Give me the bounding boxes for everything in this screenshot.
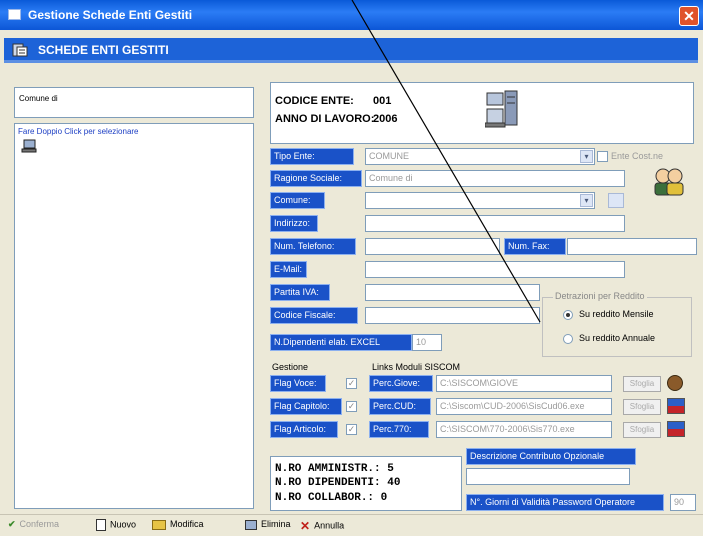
tipo-ente-select[interactable]: COMUNE — [365, 148, 595, 165]
enti-list[interactable]: Fare Doppio Click per selezionare — [14, 123, 254, 509]
users-icon — [654, 168, 684, 196]
codice-fiscale-label: Codice Fiscale: — [270, 307, 358, 324]
window-title: Gestione Schede Enti Gestiti — [28, 8, 193, 22]
indirizzo-input[interactable] — [365, 215, 625, 232]
contributo-input[interactable] — [466, 468, 630, 485]
m770-label: Perc.770: — [369, 421, 429, 438]
folder-icon — [152, 519, 166, 530]
title-bar: Gestione Schede Enti Gestiti ✕ — [0, 0, 703, 30]
cud-label: Perc.CUD: — [369, 398, 431, 415]
ente-costituito-checkbox[interactable] — [597, 151, 608, 162]
flag-voce-label: Flag Voce: — [270, 375, 326, 392]
detrazioni-group: Detrazioni per Reddito Su reddito Mensil… — [542, 291, 692, 357]
counts-box: N.RO AMMINISTR.: 5 N.RO DIPENDENTI: 40 N… — [270, 456, 462, 511]
telefono-label: Num. Telefono: — [270, 238, 356, 255]
comune-label-field: Comune: — [270, 192, 325, 209]
header-title: SCHEDE ENTI GESTITI — [38, 43, 169, 57]
m770-path-input[interactable]: C:\SISCOM\770-2006\Sis770.exe — [436, 421, 612, 438]
server-icon — [485, 90, 518, 128]
records-icon — [12, 43, 28, 57]
list-hint: Fare Doppio Click per selezionare — [18, 127, 139, 136]
codice-ente-value: 001 — [373, 95, 392, 107]
comune-display: Comune di — [14, 87, 254, 118]
giove-label: Perc.Giove: — [369, 375, 433, 392]
computer-icon — [245, 519, 257, 530]
close-icon: ✕ — [300, 519, 311, 533]
close-button[interactable]: ✕ — [679, 6, 699, 26]
codice-fiscale-input[interactable] — [365, 307, 540, 324]
modifica-label: Modifica — [170, 519, 204, 529]
comune-label: Comune di — [19, 94, 58, 103]
ragione-sociale-input[interactable]: Comune di — [365, 170, 625, 187]
sfoglia-giove-button[interactable]: Sfoglia — [623, 376, 661, 392]
contributo-label: Descrizione Contributo Opzionale — [466, 448, 636, 465]
sfoglia-770-button[interactable]: Sfoglia — [623, 422, 661, 438]
annulla-button[interactable]: ✕ Annulla — [300, 519, 344, 533]
header-band: SCHEDE ENTI GESTITI — [4, 38, 698, 63]
ragione-sociale-label: Ragione Sociale: — [270, 170, 362, 187]
flag-articolo-checkbox[interactable]: ✓ — [346, 424, 357, 435]
new-document-icon — [96, 519, 106, 531]
reddito-mensile-radio[interactable] — [563, 310, 573, 320]
detrazioni-title: Detrazioni per Reddito — [553, 291, 647, 301]
flag-voce-checkbox[interactable]: ✓ — [346, 378, 357, 389]
check-icon: ✔ — [8, 519, 16, 530]
giove-path-input[interactable]: C:\SISCOM\GIOVE — [436, 375, 612, 392]
links-title: Links Moduli SISCOM — [372, 362, 461, 372]
giorni-password-input[interactable]: 90 — [670, 494, 696, 511]
reddito-mensile-label: Su reddito Mensile — [579, 309, 654, 319]
giove-icon — [667, 375, 683, 391]
fax-input[interactable] — [567, 238, 697, 255]
dipendenti-excel-label: N.Dipendenti elab. EXCEL — [270, 334, 412, 351]
dipendenti-count: N.RO DIPENDENTI: 40 — [275, 477, 401, 489]
codice-ente-label: CODICE ENTE: — [275, 95, 354, 107]
tipo-ente-label: Tipo Ente: — [270, 148, 354, 165]
elimina-label: Elimina — [261, 519, 291, 529]
elimina-button[interactable]: Elimina — [245, 519, 291, 530]
partita-iva-input[interactable] — [365, 284, 540, 301]
reddito-annuale-radio[interactable] — [563, 334, 573, 344]
indirizzo-label: Indirizzo: — [270, 215, 318, 232]
window-icon — [8, 9, 21, 20]
cud-icon — [667, 398, 685, 414]
annulla-label: Annulla — [314, 520, 345, 531]
email-label: E-Mail: — [270, 261, 307, 278]
gestione-title: Gestione — [272, 362, 309, 372]
anno-value: 2006 — [373, 113, 398, 125]
modifica-button[interactable]: Modifica — [152, 519, 204, 530]
email-input[interactable] — [365, 261, 625, 278]
flag-articolo-label: Flag Articolo: — [270, 421, 338, 438]
cud-path-input[interactable]: C:\Siscom\CUD-2006\SisCud06.exe — [436, 398, 612, 415]
nuovo-button[interactable]: Nuovo — [96, 519, 136, 531]
fax-label: Num. Fax: — [504, 238, 566, 255]
m770-icon — [667, 421, 685, 437]
chevron-down-icon[interactable]: ▾ — [580, 194, 593, 207]
conferma-button[interactable]: ✔ Conferma — [8, 519, 59, 530]
reddito-annuale-label: Su reddito Annuale — [579, 333, 656, 343]
partita-iva-label: Partita IVA: — [270, 284, 330, 301]
collaboratori-count: N.RO COLLABOR.: 0 — [275, 492, 388, 504]
conferma-label: Conferma — [19, 519, 60, 529]
amministratori-count: N.RO AMMINISTR.: 5 — [275, 463, 394, 475]
anno-label: ANNO DI LAVORO: — [275, 113, 375, 125]
code-box: CODICE ENTE: 001 ANNO DI LAVORO: 2006 — [270, 82, 694, 144]
ente-costituito-label: Ente Cost.ne — [611, 151, 664, 161]
action-toolbar: ✔ Conferma Nuovo Modifica Elimina ✕ Annull… — [0, 514, 703, 536]
telefono-input[interactable] — [365, 238, 500, 255]
sfoglia-cud-button[interactable]: Sfoglia — [623, 399, 661, 415]
flag-capitolo-label: Flag Capitolo: — [270, 398, 342, 415]
chevron-down-icon[interactable]: ▾ — [580, 150, 593, 163]
computer-icon[interactable] — [21, 139, 37, 153]
lookup-button[interactable] — [608, 193, 624, 208]
giorni-password-label: N°. Giorni di Validità Password Operator… — [466, 494, 664, 511]
flag-capitolo-checkbox[interactable]: ✓ — [346, 401, 357, 412]
comune-select[interactable] — [365, 192, 595, 209]
dipendenti-excel-input[interactable]: 10 — [412, 334, 442, 351]
main-window: Gestione Schede Enti Gestiti ✕ SCHEDE EN… — [0, 0, 703, 536]
nuovo-label: Nuovo — [110, 519, 137, 530]
